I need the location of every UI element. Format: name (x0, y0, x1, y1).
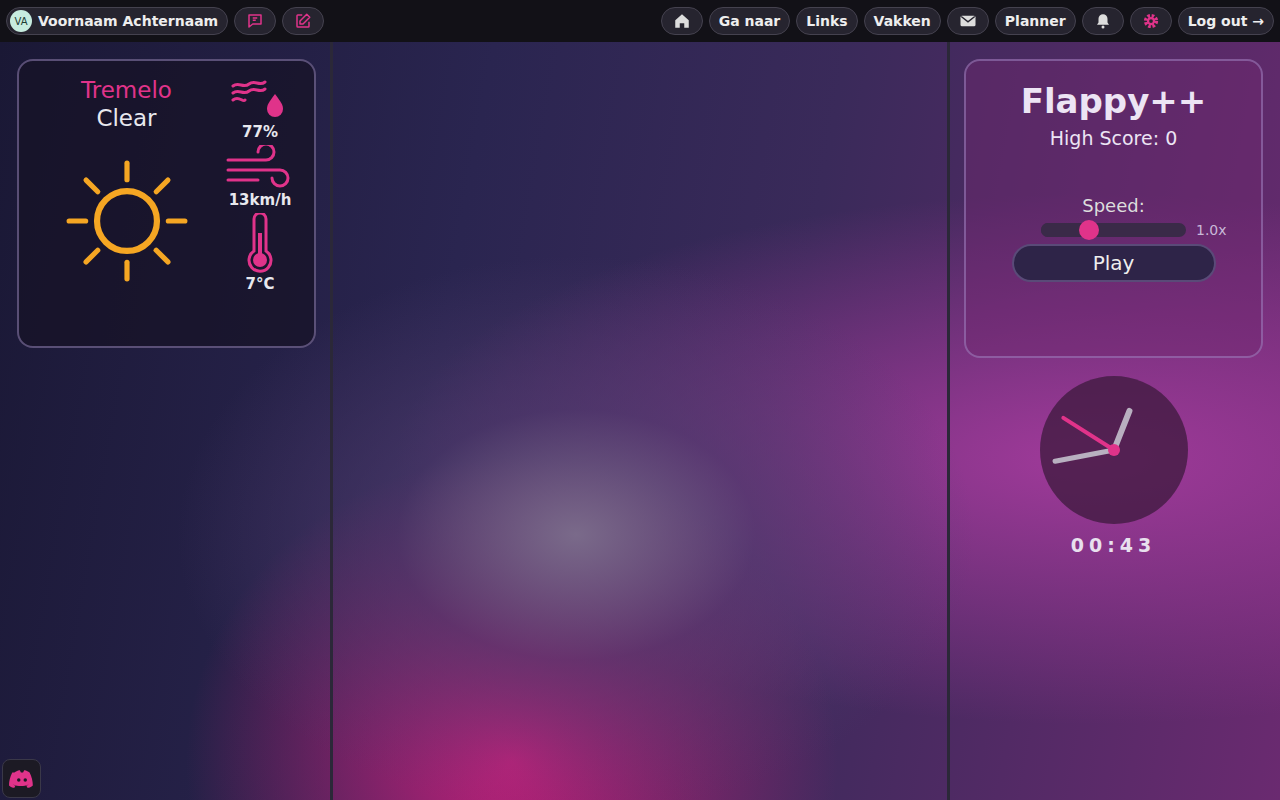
city: Tremelo (81, 77, 172, 103)
center-column (330, 42, 950, 800)
speed-fill (1041, 223, 1089, 237)
speed-thumb[interactable] (1079, 220, 1099, 240)
mail-button[interactable] (947, 7, 989, 35)
top-bar-left: VA Voornaam Achternaam (6, 7, 324, 35)
left-column: TremeloClear 77% 13km/h 7°C (0, 42, 330, 800)
weather-card: TremeloClear 77% 13km/h 7°C (17, 59, 316, 348)
home-button[interactable] (661, 7, 703, 35)
weather-details: 77% 13km/h 7°C (220, 77, 300, 332)
speed-row: 1.0x (997, 222, 1230, 238)
avatar: VA (10, 10, 32, 32)
humidity-value: 77% (242, 123, 278, 141)
humidity-icon (231, 77, 289, 123)
sun-icon (65, 159, 189, 283)
notifications-button[interactable] (1082, 7, 1124, 35)
user-name: Voornaam Achternaam (38, 13, 218, 29)
clock-hands (1040, 376, 1188, 528)
clock-face-icon (1040, 376, 1188, 524)
nav-link[interactable]: Planner (995, 7, 1076, 35)
nav-link[interactable]: Links (796, 7, 857, 35)
speed-slider[interactable] (1041, 223, 1186, 237)
high-score: High Score: 0 (1050, 127, 1177, 149)
nav-link[interactable]: Vakken (864, 7, 941, 35)
wind: 13km/h (224, 145, 296, 209)
edit-icon (294, 12, 312, 30)
temperature-value: 7°C (246, 275, 275, 293)
weather-main: TremeloClear (33, 77, 220, 332)
chat-icon (246, 12, 264, 30)
compose-button[interactable] (282, 7, 324, 35)
user-button[interactable]: VA Voornaam Achternaam (6, 7, 228, 35)
game-card: Flappy++ High Score: 0 Speed: 1.0x Play (964, 59, 1263, 358)
top-bar-right: Ga naarLinksVakken Planner Log out → (661, 7, 1274, 35)
home-icon (673, 12, 691, 30)
humidity: 77% (231, 77, 289, 141)
background: TremeloClear 77% 13km/h 7°C Flappy++ High Sco… (0, 42, 1280, 800)
gear-icon (1142, 12, 1160, 30)
logout-button[interactable]: Log out → (1178, 7, 1274, 35)
chat-button[interactable] (234, 7, 276, 35)
clock: 00:43 (1040, 376, 1188, 556)
wind-icon (224, 145, 296, 191)
clock-time: 00:43 (1071, 534, 1156, 556)
speed-label: Speed: (1082, 195, 1145, 216)
top-bar: VA Voornaam Achternaam Ga naarLinksVakken P… (0, 0, 1280, 42)
game-title: Flappy++ (1021, 81, 1207, 121)
discord-icon (9, 766, 35, 792)
temperature: 7°C (243, 213, 277, 293)
discord-button[interactable] (2, 759, 41, 798)
play-button[interactable]: Play (1012, 244, 1216, 282)
bell-icon (1094, 12, 1112, 30)
speed-reading: 1.0x (1196, 222, 1230, 238)
settings-button[interactable] (1130, 7, 1172, 35)
right-column: Flappy++ High Score: 0 Speed: 1.0x Play 00:43 (950, 42, 1280, 800)
nav-link[interactable]: Ga naar (709, 7, 791, 35)
condition: Clear (96, 105, 156, 131)
wind-value: 13km/h (229, 191, 292, 209)
mail-icon (959, 12, 977, 30)
thermometer-icon (243, 213, 277, 275)
